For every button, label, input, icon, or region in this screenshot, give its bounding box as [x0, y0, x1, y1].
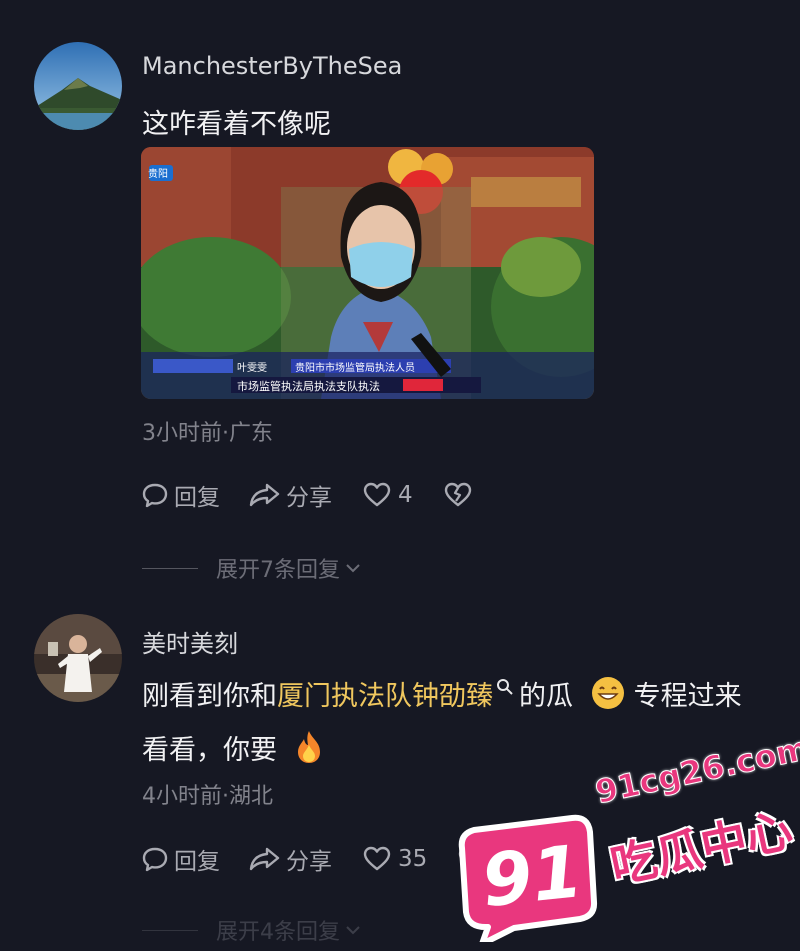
divider-line	[142, 929, 198, 931]
video-caption-line: 市场监管执法局执法支队执法	[237, 380, 380, 393]
comment-text-part: 刚看到你和	[142, 681, 277, 712]
comment-text: 这咋看着不像呢	[142, 109, 331, 140]
like-count: 4	[398, 482, 413, 508]
avatar-person-image	[34, 614, 122, 702]
expand-replies-button[interactable]: 展开7条回复	[142, 552, 364, 584]
site-watermark: 91 91cg26.com 吃瓜中心	[452, 728, 800, 947]
broken-heart-icon	[444, 482, 471, 507]
comment-meta: 4小时前·湖北	[142, 784, 273, 809]
like-button[interactable]: 35	[362, 844, 427, 874]
like-count: 35	[398, 846, 428, 872]
reply-bubble-icon	[142, 483, 168, 508]
search-keyword-link[interactable]: 厦门执法队钟劭臻	[277, 681, 493, 712]
divider-line	[142, 567, 198, 569]
avatar[interactable]	[34, 614, 122, 702]
heart-icon	[363, 846, 391, 871]
share-arrow-icon	[249, 847, 280, 871]
reply-label: 回复	[174, 485, 220, 511]
share-label: 分享	[286, 485, 332, 511]
share-button[interactable]: 分享	[248, 842, 332, 876]
share-label: 分享	[286, 849, 332, 875]
search-icon[interactable]	[495, 677, 515, 699]
avatar-mountain-image	[34, 42, 122, 130]
heart-icon	[363, 482, 391, 507]
comment-username[interactable]: 美时美刻	[142, 624, 238, 659]
share-button[interactable]: 分享	[248, 478, 332, 512]
comment-text-part: 的瓜	[519, 681, 573, 712]
dislike-button[interactable]	[443, 480, 473, 510]
fire-emoji-icon	[297, 731, 320, 763]
avatar[interactable]	[34, 42, 122, 130]
share-arrow-icon	[249, 483, 280, 507]
like-button[interactable]: 4	[362, 480, 413, 510]
expand-replies-label: 展开7条回复	[216, 558, 340, 583]
reply-bubble-icon	[142, 847, 168, 872]
video-thumbnail[interactable]: 贵阳 叶雯雯 贵阳市市场监管局执法人员 市场监管执法局执法支队执法	[141, 147, 594, 399]
comment-item: ManchesterByTheSea 这咋看着不像呢 贵阳 叶雯雯 贵阳市市场监…	[0, 0, 800, 600]
video-caption-title: 贵阳市市场监管局执法人员	[295, 363, 415, 374]
comment-username[interactable]: ManchesterByTheSea	[142, 52, 402, 80]
video-logo-text: 贵阳	[148, 169, 168, 180]
grin-emoji-icon	[591, 677, 624, 709]
comment-meta: 3小时前·广东	[142, 421, 273, 446]
reply-button[interactable]: 回复	[140, 842, 220, 876]
comment-actions: 回复 分享 4	[140, 478, 473, 512]
expand-replies-label: 展开4条回复	[216, 920, 340, 945]
video-caption-name: 叶雯雯	[237, 363, 267, 374]
reply-button[interactable]: 回复	[140, 478, 220, 512]
expand-replies-button[interactable]: 展开4条回复	[142, 914, 364, 946]
watermark-number: 91	[477, 828, 587, 924]
chevron-down-icon	[346, 564, 360, 573]
reply-label: 回复	[174, 849, 220, 875]
chevron-down-icon	[346, 926, 360, 935]
comment-actions: 回复 分享 35	[140, 842, 487, 876]
